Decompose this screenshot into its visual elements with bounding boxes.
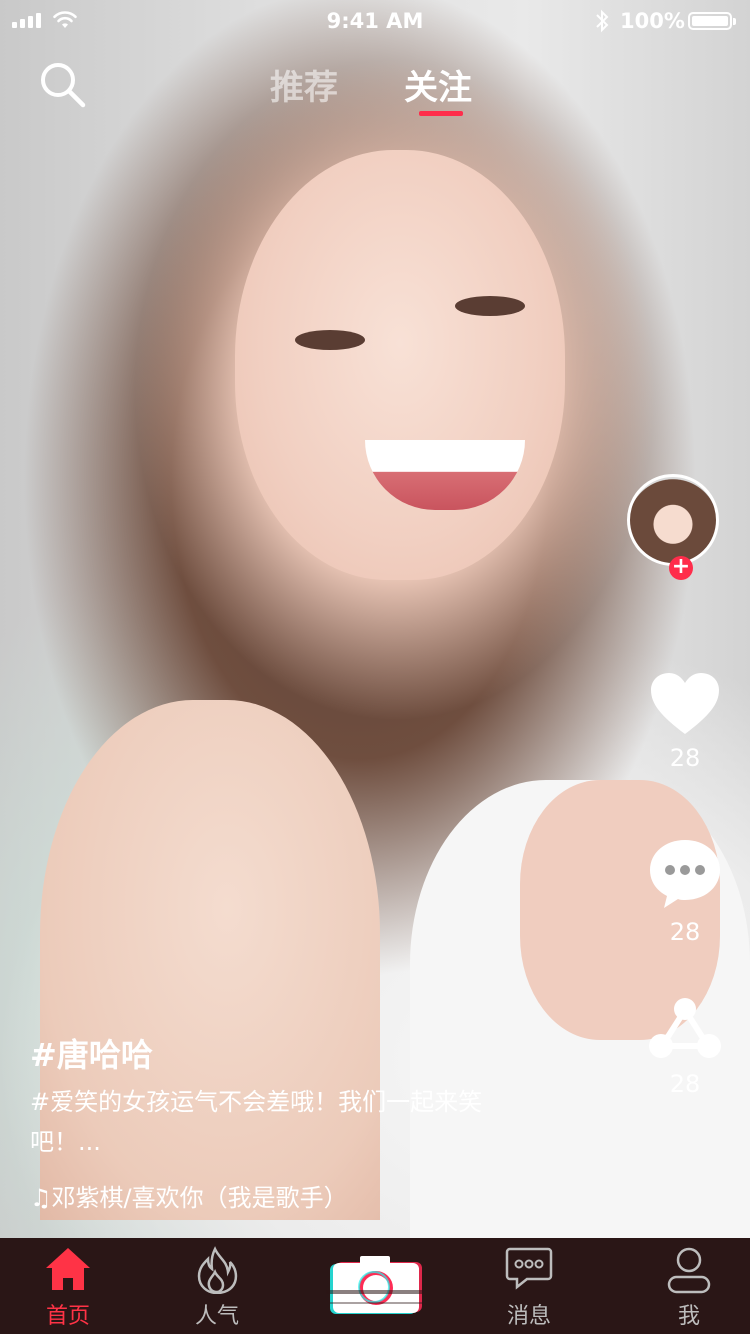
author-avatar[interactable]: [627, 474, 719, 566]
heart-icon: [651, 673, 719, 734]
battery-percent: 100%: [620, 9, 685, 33]
status-bar: 9:41 AM 100%: [0, 0, 750, 40]
message-icon: [505, 1247, 553, 1290]
nav-home[interactable]: 首页: [13, 1238, 123, 1334]
nav-label: 首页: [45, 1304, 90, 1329]
bluetooth-icon: [596, 9, 609, 33]
follow-button[interactable]: +: [669, 556, 693, 580]
camera-icon[interactable]: [326, 1250, 424, 1320]
search-icon[interactable]: [38, 60, 88, 108]
author-name[interactable]: #唐哈哈: [30, 1030, 153, 1076]
nav-popular[interactable]: 人气: [162, 1238, 272, 1334]
comment-count: 28: [669, 918, 701, 946]
music-title[interactable]: ♫邓紫棋/喜欢你（我是歌手）: [30, 1178, 348, 1213]
share-count: 28: [669, 1070, 701, 1098]
tab-following[interactable]: 关注: [404, 60, 472, 109]
nav-label: 人气: [194, 1304, 239, 1329]
like-button[interactable]: 28: [645, 672, 725, 772]
flame-icon: [197, 1246, 238, 1294]
like-count: 28: [669, 744, 701, 772]
battery-icon: [688, 12, 736, 30]
share-icon: [649, 998, 721, 1058]
tab-recommended[interactable]: 推荐: [270, 60, 338, 109]
nav-label: 我: [677, 1304, 700, 1329]
comment-icon: [650, 840, 720, 908]
share-button[interactable]: 28: [645, 996, 725, 1098]
photo-face: [235, 150, 565, 580]
comment-button[interactable]: 28: [645, 838, 725, 946]
photo-eye: [295, 330, 365, 350]
nav-label: 消息: [506, 1304, 551, 1329]
home-icon: [46, 1248, 90, 1290]
active-tab-indicator: [419, 111, 463, 116]
nav-profile[interactable]: 我: [634, 1238, 744, 1334]
photo-eye: [455, 296, 525, 316]
post-caption: #爱笑的女孩运气不会差哦！我们一起来笑吧！...: [30, 1088, 483, 1156]
user-icon: [667, 1247, 711, 1294]
nav-messages[interactable]: 消息: [474, 1238, 584, 1334]
